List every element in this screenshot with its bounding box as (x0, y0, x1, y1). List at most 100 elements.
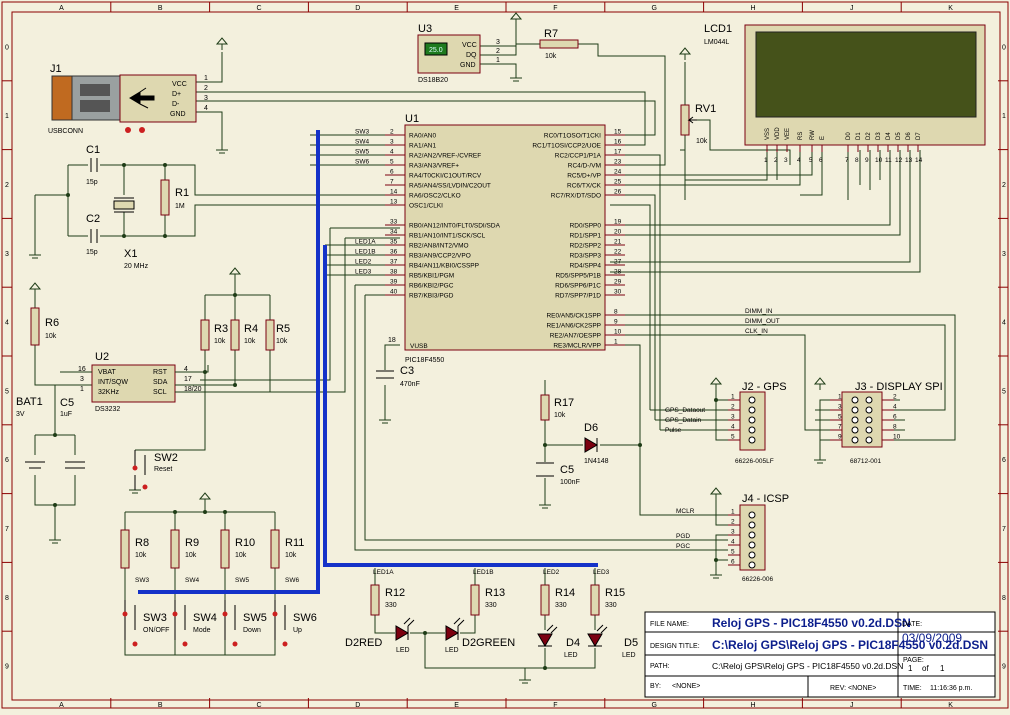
j2-pin-socket (748, 436, 756, 444)
j4-pin-socket (748, 521, 756, 529)
u1-left-pin-num: 13 (390, 199, 398, 206)
switch-ref: SW6 (293, 612, 317, 624)
lcd-pin-num: 13 (905, 157, 913, 164)
title-time-label: TIME: (903, 685, 922, 692)
u1-right-pin-num: 10 (614, 329, 622, 336)
wire-junction (53, 503, 57, 507)
u1-net-label: SW5 (355, 149, 369, 156)
c2-symbol (90, 229, 98, 243)
frame-col-bottom-K: K (948, 702, 953, 709)
d6-ref: D6 (584, 422, 598, 434)
frame-row-left-5: 5 (5, 388, 9, 395)
lcd-pin-num: 12 (895, 157, 903, 164)
frame-col-bottom-C: C (256, 702, 261, 709)
lcd-pin-num: 14 (915, 157, 923, 164)
u1-right-pin-name: RC0/T1OSO/T1CKI (544, 133, 601, 140)
j3-part: 68712-001 (850, 458, 881, 465)
led-resistor-body (590, 584, 600, 616)
power-symbol (228, 267, 242, 280)
r5-body (265, 319, 275, 351)
j1-num-1: 1 (204, 75, 208, 82)
d6-part: 1N4148 (584, 458, 609, 465)
c1-symbol (90, 158, 98, 172)
u1-right-pin-name: RD0/SPP0 (570, 223, 602, 230)
c2-value: 15p (86, 249, 98, 256)
r4-body (230, 319, 240, 351)
lcd-pin-num: 11 (885, 157, 892, 164)
j2-pin-socket (748, 396, 756, 404)
j2-pin-num: 5 (731, 434, 735, 441)
u3-num-3: 3 (496, 39, 500, 46)
u1-left-pin-name: RA4/T0CKI/C1OUT/RCV (409, 173, 482, 180)
j2-pin-num: 2 (731, 404, 735, 411)
led-resistor-ref: R14 (555, 587, 575, 599)
frame-row-left-6: 6 (5, 457, 9, 464)
j4-pin-num: 1 (731, 509, 735, 516)
u1-right-pin-num: 17 (614, 149, 622, 156)
u1-right-pin-name: RC2/CCP1/P1A (555, 153, 602, 160)
lcd-pin-name: D6 (906, 132, 912, 140)
u1-left-pin-name: RA0/AN0 (409, 133, 436, 140)
u1-right-pin-num: 24 (614, 169, 622, 176)
r7-body (539, 39, 579, 49)
switch-contact (272, 611, 278, 617)
switch-contact (122, 611, 128, 617)
switch-label: ON/OFF (143, 627, 169, 634)
j3-right-socket (865, 426, 873, 434)
lcd-pin-num: 10 (875, 157, 883, 164)
led-light-arrows (546, 624, 558, 634)
j3-right-socket (865, 406, 873, 414)
frame-col-top-J: J (850, 5, 854, 12)
led-resistor-ref: R15 (605, 587, 625, 599)
lcd-pin-name: E (820, 136, 826, 140)
j3-left-socket (851, 406, 859, 414)
led-resistor-ref: R12 (385, 587, 405, 599)
j1-pin-dplus: D+ (172, 91, 181, 98)
frame-row-left-2: 2 (5, 182, 9, 189)
u1-right-pin-name: RC6/TX/CK (567, 183, 602, 190)
u2-num-1: 1 (80, 386, 84, 393)
pullup-ref: R11 (285, 537, 304, 549)
j2-pin-num: 4 (731, 424, 735, 431)
wire-junction (543, 443, 547, 447)
wire-junction (53, 433, 57, 437)
title-design: C:\Reloj GPS\Reloj GPS - PIC18F4550 v0.2… (712, 638, 988, 652)
u1-left-pin-name: RA6/OSC2/CLKO (409, 193, 461, 200)
frame-row-right-5: 5 (1002, 388, 1006, 395)
j2-ref: J2 - GPS (742, 381, 787, 393)
led-resistor-value: 330 (555, 602, 567, 609)
u1-right-pin-num: 25 (614, 179, 622, 186)
power-symbol (215, 37, 229, 50)
u1-net-label: LED1B (355, 249, 376, 256)
schematic-sheet: AABBCCDDEEFFGGHHJJKK 0011223344556677889… (0, 0, 1010, 710)
title-rev-label: REV: (830, 685, 846, 692)
x1-value: 20 MHz (124, 263, 149, 270)
u3-pin-vcc: VCC (462, 42, 477, 49)
components: R8 10k SW3 R9 10k SW4 R10 10k SW5 R11 10k SW6 SW3 ON/… (120, 529, 638, 659)
u1-part: PIC18F4550 (405, 357, 444, 364)
c3-ref: C3 (400, 365, 414, 377)
j3-left-num: 3 (838, 404, 842, 411)
u1-left-pin-num: 39 (390, 279, 398, 286)
u1-right-pin-name: RE2/AN7/OESPP (550, 333, 601, 340)
lcd-pin-name: RW (810, 130, 816, 140)
wire-junction (223, 510, 227, 514)
u1-left-pin-num: 14 (390, 189, 398, 196)
power-symbol (198, 492, 212, 505)
switch-contact (232, 641, 238, 647)
u1-right-pin-name: RD4/SPP4 (570, 263, 602, 270)
switch-contact (172, 611, 178, 617)
u1-right-pin-name: RD7/SPP7/P1D (555, 293, 601, 300)
u1-left-pin-name: RB4/AN11/KBI0/CSSPP (409, 263, 479, 270)
switch-ref: SW5 (243, 612, 267, 624)
x1-ref: X1 (124, 248, 137, 260)
j2-pin-socket (748, 406, 756, 414)
wire-junction (543, 666, 547, 670)
title-time: 11:16:36 p.m. (930, 685, 972, 692)
u2-part: DS3232 (95, 406, 120, 413)
u2-num-17: 17 (184, 376, 192, 383)
frame-row-left-7: 7 (5, 526, 9, 533)
j4-net-mclr: MCLR (676, 508, 695, 515)
u2-ref: U2 (95, 351, 109, 363)
u1-left-pin-name: RB6/KBI2/PGC (409, 283, 454, 290)
